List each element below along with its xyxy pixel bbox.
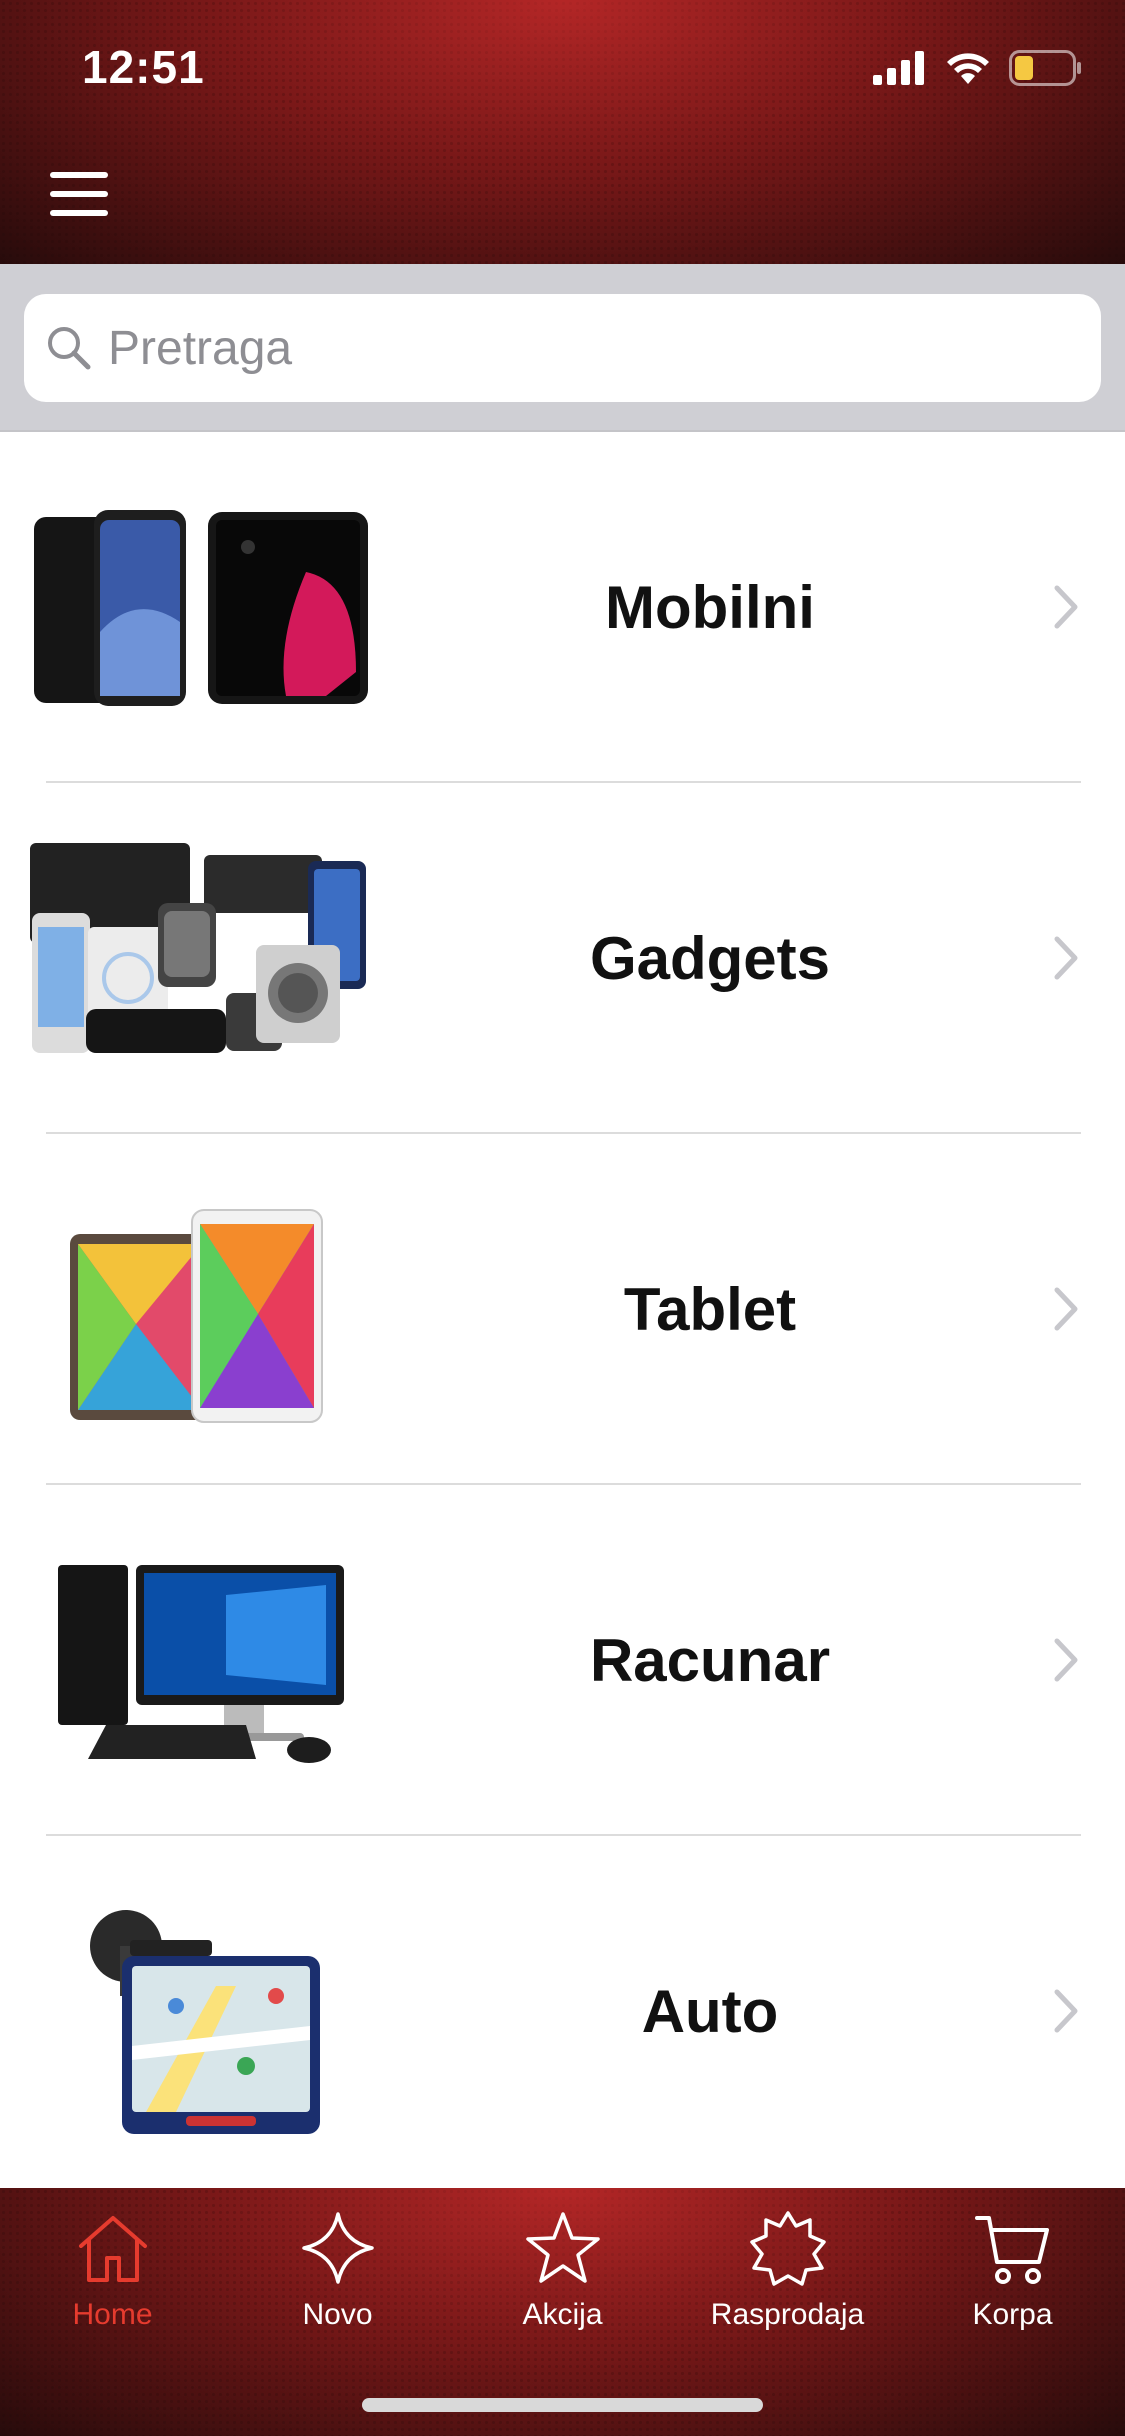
chevron-right-icon xyxy=(1054,1989,1078,2033)
signal-icon xyxy=(873,51,924,85)
tab-label: Akcija xyxy=(522,2298,603,2331)
category-row-racunar[interactable]: Racunar xyxy=(0,1485,1125,1836)
tab-korpa[interactable]: Korpa xyxy=(900,2208,1125,2348)
badge-icon xyxy=(749,2211,826,2286)
tab-label: Korpa xyxy=(972,2298,1053,2331)
status-icons xyxy=(873,50,1083,86)
tab-novo[interactable]: Novo xyxy=(225,2208,450,2348)
tab-home[interactable]: Home xyxy=(0,2208,225,2348)
category-row-mobilni[interactable]: Mobilni xyxy=(0,432,1125,783)
category-list: Mobilni Gadgets Tablet Racunar Auto xyxy=(0,432,1125,2187)
category-label: Racunar xyxy=(589,1627,831,1694)
cart-icon xyxy=(974,2216,1049,2284)
chevron-right-icon xyxy=(1054,585,1078,629)
home-icon xyxy=(78,2216,147,2282)
tab-rasprodaja[interactable]: Rasprodaja xyxy=(675,2208,900,2348)
desktop-computer-image xyxy=(58,1565,344,1763)
tab-label: Rasprodaja xyxy=(710,2298,865,2331)
chevron-right-icon xyxy=(1054,1638,1078,1682)
search-field[interactable] xyxy=(24,294,1101,402)
category-label: Auto xyxy=(641,1978,779,2045)
smartphones-image xyxy=(34,510,368,706)
sparkle-icon xyxy=(301,2212,374,2284)
search-icon xyxy=(48,327,91,370)
category-label: Mobilni xyxy=(605,574,815,641)
tab-label: Novo xyxy=(302,2298,373,2331)
chevron-right-icon xyxy=(1054,1287,1078,1331)
search-bar xyxy=(0,264,1125,432)
category-row-tablet[interactable]: Tablet xyxy=(0,1134,1125,1485)
tablets-image xyxy=(70,1209,323,1423)
hamburger-menu-icon[interactable] xyxy=(46,168,112,220)
category-row-auto[interactable]: Auto xyxy=(0,1836,1125,2187)
car-gps-image xyxy=(90,1910,320,2134)
category-row-gadgets[interactable]: Gadgets xyxy=(0,783,1125,1134)
battery-icon xyxy=(1009,50,1081,86)
category-label: Tablet xyxy=(623,1276,797,1343)
search-input[interactable] xyxy=(108,320,1008,376)
chevron-right-icon xyxy=(1054,936,1078,980)
home-indicator xyxy=(362,2398,763,2412)
wifi-icon xyxy=(947,53,989,84)
gadgets-image xyxy=(30,843,366,1053)
tab-label: Home xyxy=(72,2298,153,2331)
tab-akcija[interactable]: Akcija xyxy=(450,2208,675,2348)
app-header: 12:51 xyxy=(0,0,1125,264)
status-time: 12:51 xyxy=(82,41,205,93)
category-label: Gadgets xyxy=(589,925,831,992)
star-icon xyxy=(525,2212,600,2283)
